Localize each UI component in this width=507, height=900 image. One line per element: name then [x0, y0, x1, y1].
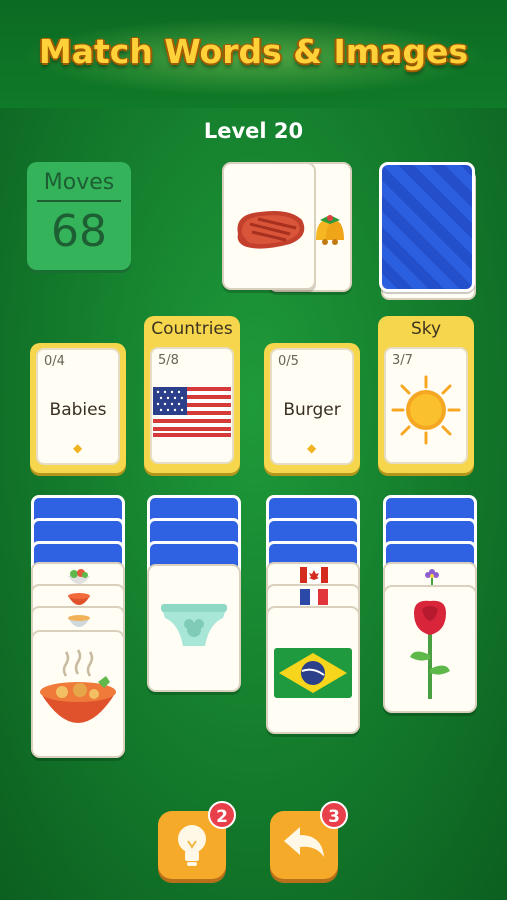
foundation-card: 0/5 Burger ◆	[270, 348, 354, 465]
foundation-count: 3/7	[392, 353, 413, 368]
gem-icon: ◆	[73, 441, 83, 455]
foundation-sky[interactable]: Sky 3/7	[378, 316, 474, 473]
brazil-flag-icon	[274, 648, 352, 698]
diaper-icon	[161, 604, 227, 646]
france-flag-icon	[300, 589, 328, 605]
table-card-top[interactable]	[383, 585, 477, 713]
foundation-title: Countries	[151, 319, 233, 339]
hint-button[interactable]: 2	[158, 801, 236, 879]
steak-icon	[237, 211, 305, 249]
gem-icon: ◆	[307, 441, 317, 455]
undo-count-badge: 3	[320, 801, 348, 829]
sun-icon	[391, 375, 461, 445]
flower-icon	[425, 569, 439, 586]
foundation-word: Burger	[283, 400, 341, 420]
foundation-card: 0/4 Babies ◆	[36, 348, 120, 465]
bells-icon	[316, 215, 344, 245]
table-card-top[interactable]	[31, 630, 125, 758]
stew-bowl-icon	[40, 649, 116, 723]
usa-flag-icon	[153, 387, 231, 437]
foundation-title: Sky	[410, 319, 442, 339]
title-banner: Match Words & Images	[0, 0, 507, 108]
table-card-top[interactable]	[147, 564, 241, 692]
foundation-burger[interactable]: 0/5 Burger ◆	[264, 343, 360, 473]
table-card-top[interactable]	[266, 606, 360, 734]
undo-button[interactable]: 3	[270, 801, 348, 879]
noodle-bowl-icon	[68, 615, 90, 627]
page-title: Match Words & Images	[38, 32, 469, 71]
foundation-count: 5/8	[158, 353, 179, 368]
foundation-count: 0/4	[44, 354, 65, 369]
moves-label: Moves	[43, 170, 115, 195]
stock-pile[interactable]	[379, 162, 475, 292]
foundation-card: 3/7	[384, 347, 468, 464]
foundation-card: 5/8	[150, 347, 234, 464]
moves-divider	[37, 200, 121, 202]
foundation-countries[interactable]: Countries 5/8	[144, 316, 240, 473]
hint-count-badge: 2	[208, 801, 236, 829]
canada-flag-icon	[300, 567, 328, 583]
foundation-word: Babies	[49, 400, 107, 420]
rose-icon	[410, 600, 450, 699]
level-label: Level 20	[203, 119, 304, 143]
foundation-babies[interactable]: 0/4 Babies ◆	[30, 343, 126, 473]
moves-counter: Moves 68	[27, 162, 131, 270]
foundation-count: 0/5	[278, 354, 299, 369]
waste-top-card[interactable]	[222, 162, 316, 290]
moves-value: 68	[51, 206, 107, 257]
